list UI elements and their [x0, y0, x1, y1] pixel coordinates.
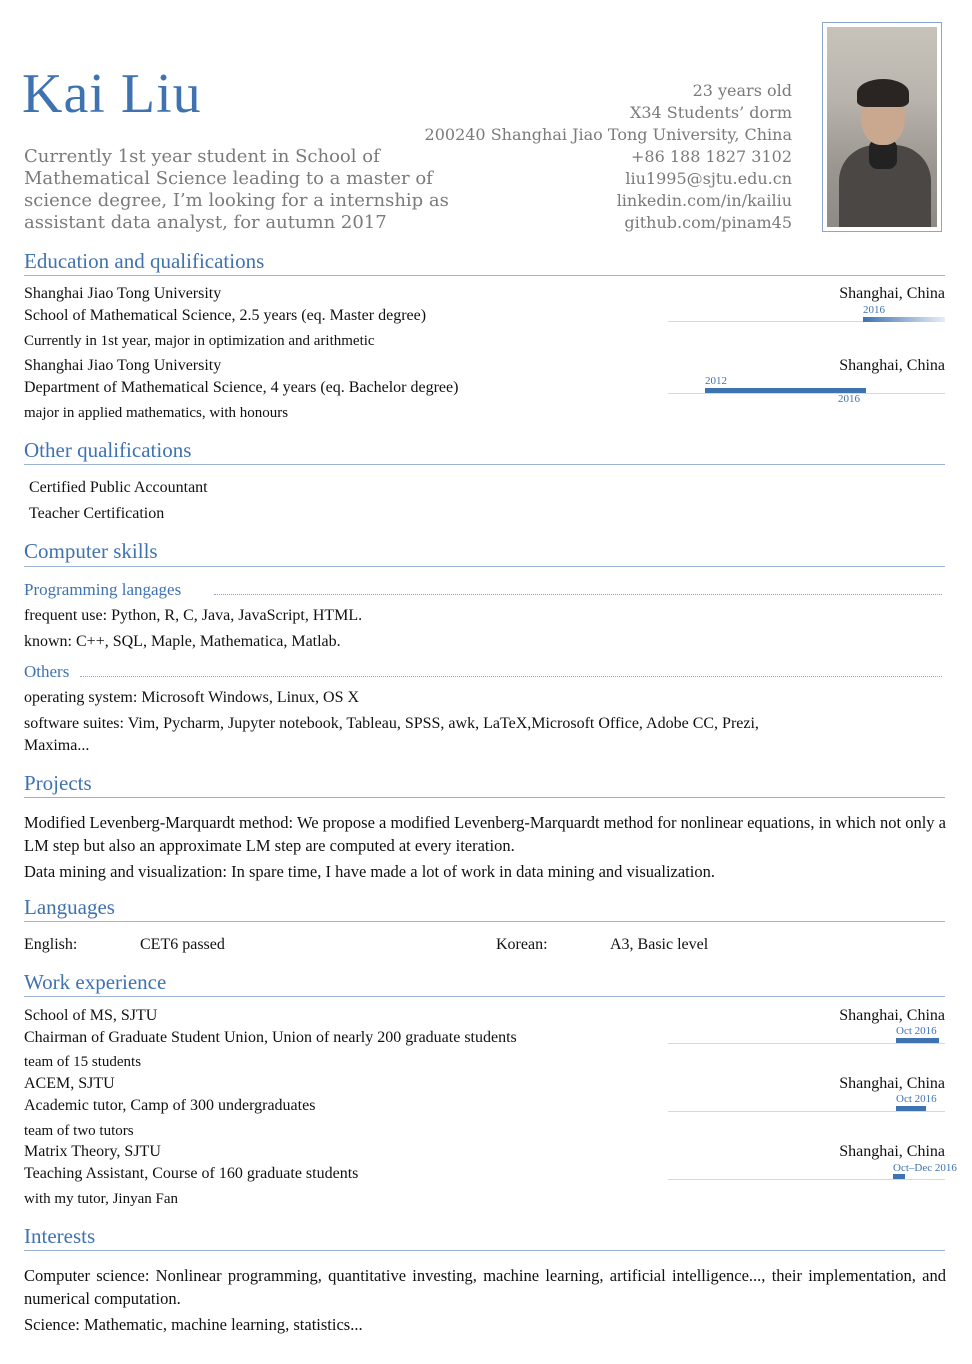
skill-line-suites: software suites: Vim, Pycharm, Jupyter n… — [24, 715, 759, 733]
edu-timeline-bar — [863, 317, 945, 322]
work-timeline — [668, 1111, 945, 1112]
section-rule — [24, 566, 945, 567]
section-title-education: Education and qualifications — [24, 249, 265, 273]
qualification-item: Teacher Certification — [29, 505, 165, 522]
skill-line: frequent use: Python, R, C, Java, JavaSc… — [24, 607, 363, 624]
section-rule — [24, 464, 945, 465]
work-timeline-date: Oct 2016 — [896, 1025, 937, 1037]
section-rule — [24, 921, 945, 922]
work-org: Matrix Theory, SJTU — [24, 1143, 161, 1160]
person-name: Kai Liu — [22, 63, 202, 125]
language-level: CET6 passed — [140, 936, 225, 953]
contact-linkedin[interactable]: linkedin.com/in/kailiu — [617, 190, 792, 212]
contact-email[interactable]: liu1995@sjtu.edu.cn — [625, 168, 792, 190]
language-name: English: — [24, 936, 78, 953]
interest-item: Science: Mathematic, machine learning, s… — [24, 1315, 363, 1334]
edu-timeline-end: 2016 — [838, 393, 860, 405]
edu-location: Shanghai, China — [839, 285, 945, 302]
edu-location: Shanghai, China — [839, 357, 945, 374]
subsection-others: Others — [24, 662, 70, 681]
section-rule — [24, 275, 945, 276]
work-timeline-bar — [893, 1174, 905, 1179]
language-level: A3, Basic level — [610, 936, 709, 953]
work-timeline-bar — [896, 1106, 926, 1111]
section-rule — [24, 996, 945, 997]
skill-line: Maxima... — [24, 737, 90, 754]
profile-photo — [822, 22, 942, 232]
section-title-other: Other qualifications — [24, 438, 192, 462]
work-note: team of 15 students — [24, 1054, 142, 1070]
skill-line: known: C++, SQL, Maple, Mathematica, Mat… — [24, 633, 341, 650]
dotted-leader — [214, 594, 942, 595]
skill-line: operating system: Microsoft Windows, Lin… — [24, 689, 360, 706]
edu-school: Shanghai Jiao Tong University — [24, 357, 222, 374]
edu-note: Currently in 1st year, major in optimiza… — [24, 333, 375, 349]
work-org: ACEM, SJTU — [24, 1075, 115, 1092]
work-role: Teaching Assistant, Course of 160 gradua… — [24, 1165, 359, 1182]
suites-before: software suites: Vim, Pycharm, Jupyter n… — [24, 715, 480, 732]
latex-logo: LaTeX — [483, 715, 528, 732]
summary: Currently 1st year student in School of … — [24, 146, 449, 233]
section-title-languages: Languages — [24, 895, 115, 919]
work-role: Academic tutor, Camp of 300 undergraduat… — [24, 1097, 316, 1114]
section-title-skills: Computer skills — [24, 539, 158, 563]
edu-school: Shanghai Jiao Tong University — [24, 285, 222, 302]
work-location: Shanghai, China — [839, 1007, 945, 1024]
edu-timeline-start: 2012 — [705, 375, 727, 387]
section-rule — [24, 1250, 945, 1251]
edu-degree: Department of Mathematical Science, 4 ye… — [24, 379, 459, 396]
work-timeline — [668, 1043, 945, 1044]
section-title-interests: Interests — [24, 1224, 96, 1248]
edu-note: major in applied mathematics, with honou… — [24, 405, 289, 421]
work-org: School of MS, SJTU — [24, 1007, 158, 1024]
interest-item: Computer science: Nonlinear programming,… — [24, 1266, 946, 1308]
dotted-leader — [80, 676, 942, 677]
work-role: Chairman of Graduate Student Union, Unio… — [24, 1029, 517, 1046]
work-note: team of two tutors — [24, 1123, 134, 1139]
subsection-programming: Programming langages — [24, 580, 182, 599]
contact-address-line2: 200240 Shanghai Jiao Tong University, Ch… — [424, 125, 792, 144]
work-timeline-date: Oct–Dec 2016 — [893, 1162, 957, 1174]
section-rule — [24, 797, 945, 798]
contact-age: 23 years old — [692, 81, 792, 100]
project-item: Modified Levenberg-Marquardt method: We … — [24, 813, 946, 855]
contact-github[interactable]: github.com/pinam45 — [624, 212, 792, 234]
contact-address-line1: X34 Students’ dorm — [629, 103, 792, 122]
section-title-projects: Projects — [24, 771, 92, 795]
suites-after: ,Microsoft Office, Adobe CC, Prezi, — [527, 715, 759, 732]
work-location: Shanghai, China — [839, 1075, 945, 1092]
work-timeline — [668, 1179, 945, 1180]
work-timeline-bar — [896, 1038, 939, 1043]
qualification-item: Certified Public Accountant — [29, 479, 208, 496]
work-timeline-date: Oct 2016 — [896, 1093, 937, 1105]
project-item: Data mining and visualization: In spare … — [24, 862, 715, 881]
contact-phone: +86 188 1827 3102 — [631, 147, 792, 166]
work-location: Shanghai, China — [839, 1143, 945, 1160]
edu-degree: School of Mathematical Science, 2.5 year… — [24, 307, 427, 324]
section-title-work: Work experience — [24, 970, 167, 994]
edu-timeline-start: 2016 — [863, 304, 885, 316]
work-note: with my tutor, Jinyan Fan — [24, 1191, 178, 1207]
language-name: Korean: — [496, 936, 548, 953]
edu-timeline — [668, 393, 945, 394]
